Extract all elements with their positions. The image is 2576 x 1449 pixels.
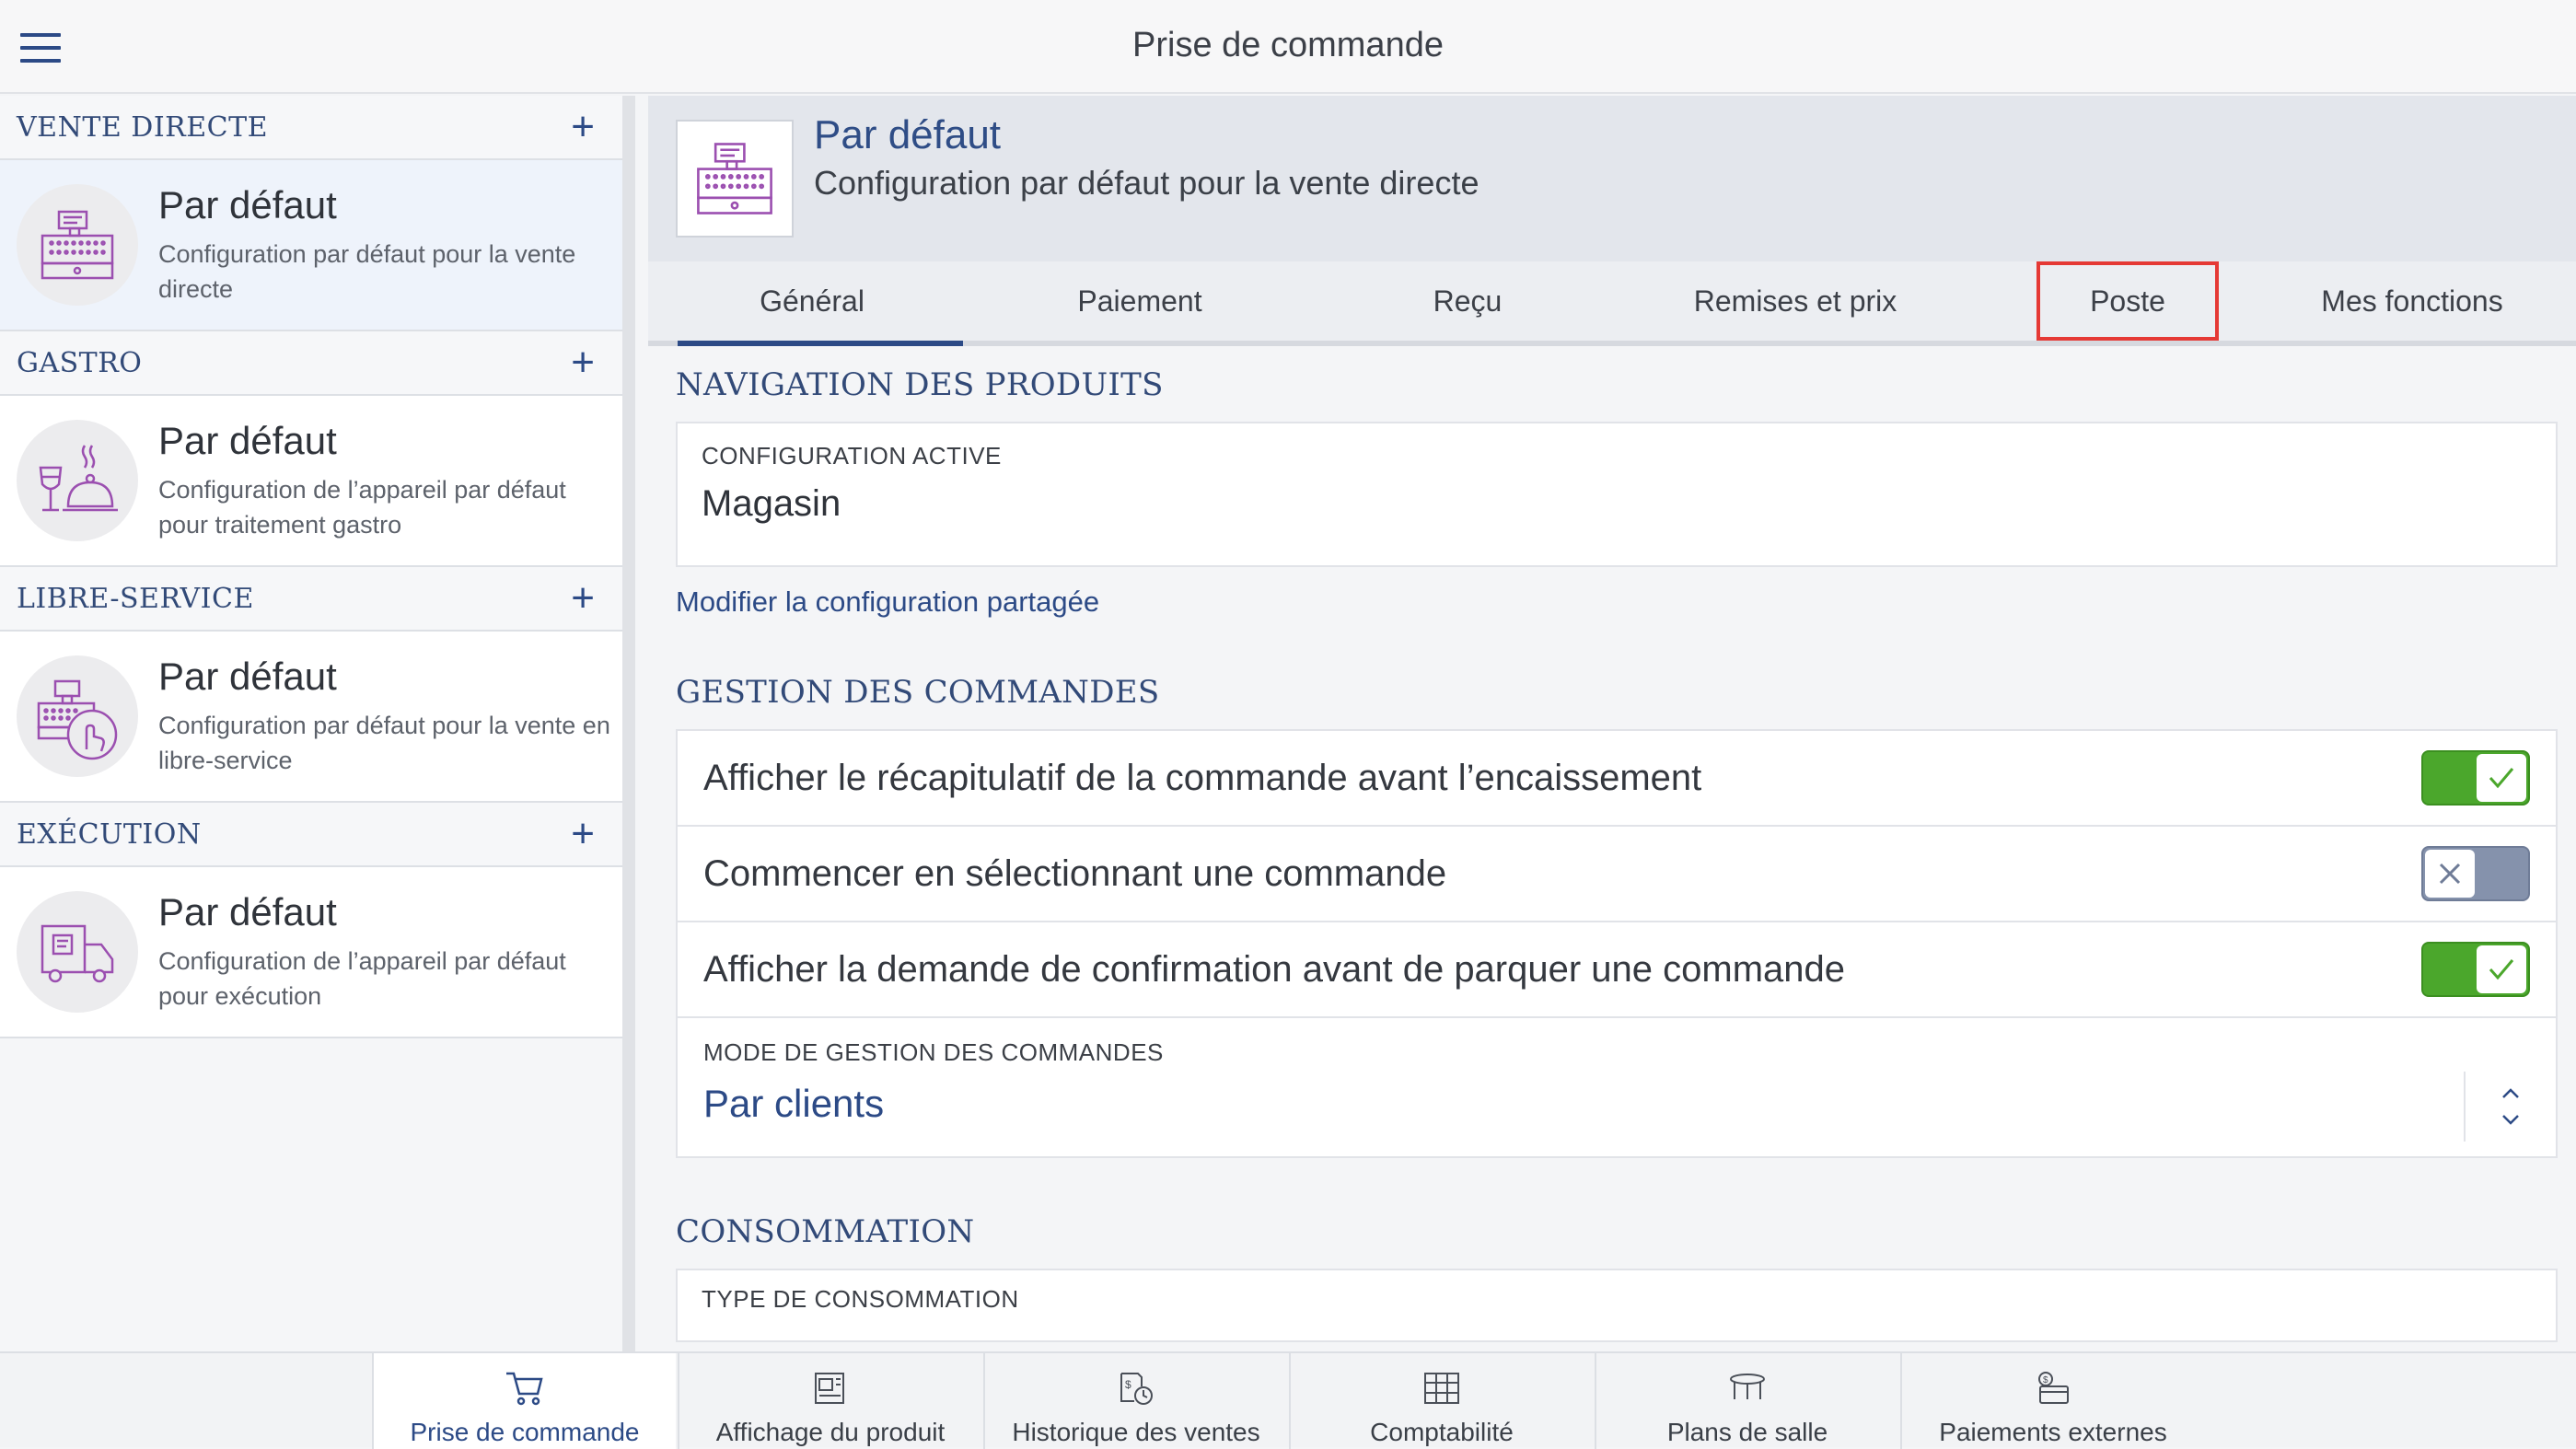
orders-card: Afficher le récapitulatif de la commande… — [676, 729, 2558, 1158]
toggle-row: Commencer en sélectionnant une commande — [678, 827, 2556, 922]
app-title: Prise de commande — [1132, 26, 1444, 64]
section-title: LIBRE-SERVICE — [17, 582, 254, 615]
cash-register-icon — [676, 120, 794, 238]
nav-paiements-externes[interactable]: $ Paiements externes — [1900, 1353, 2204, 1449]
toggle-row: Afficher le récapitulatif de la commande… — [678, 731, 2556, 827]
check-icon — [2477, 754, 2526, 802]
sales-history-icon: $ — [1120, 1373, 1153, 1405]
delivery-truck-icon — [17, 891, 138, 1013]
toggle-label: Afficher le récapitulatif de la commande… — [703, 757, 1702, 798]
item-description: Configuration par défaut pour la vente e… — [158, 712, 610, 774]
bottom-navigation: Prise de commande Affichage du produit $… — [0, 1351, 2576, 1449]
sidebar: VENTE DIRECTE + Par défaut Configuration… — [0, 96, 635, 1353]
add-icon[interactable]: + — [571, 814, 595, 854]
sidebar-item-vente-directe[interactable]: Par défaut Configuration par défaut pour… — [0, 160, 622, 331]
field-label: MODE DE GESTION DES COMMANDES — [703, 1038, 1164, 1066]
tab-remises-et-prix[interactable]: Remises et prix — [1631, 261, 1959, 341]
active-config-value: Magasin — [702, 483, 841, 524]
section-title-navigation: NAVIGATION DES PRODUITS — [676, 366, 1164, 403]
add-icon[interactable]: + — [571, 578, 595, 619]
start-with-order-toggle[interactable] — [2421, 846, 2530, 901]
accounting-icon — [1424, 1373, 1459, 1404]
confirm-park-order-toggle[interactable] — [2421, 942, 2530, 997]
tab-recu[interactable]: Reçu — [1304, 261, 1631, 341]
table-icon — [1730, 1374, 1765, 1399]
svg-text:$: $ — [2043, 1375, 2048, 1385]
nav-label: Paiements externes — [1939, 1418, 2167, 1446]
consumption-type-card[interactable]: TYPE DE CONSOMMATION — [676, 1269, 2558, 1342]
item-title: Par défaut — [158, 419, 337, 462]
check-icon — [2477, 945, 2526, 993]
nav-prise-de-commande[interactable]: Prise de commande — [372, 1353, 676, 1449]
nav-label: Comptabilité — [1370, 1418, 1514, 1446]
section-header-execution: EXÉCUTION + — [0, 803, 622, 867]
chevron-up-down-icon[interactable] — [2464, 1072, 2556, 1142]
product-display-icon — [815, 1373, 844, 1404]
toggle-label: Afficher la demande de confirmation avan… — [703, 948, 1846, 990]
tab-general[interactable]: Général — [648, 261, 976, 346]
tab-poste[interactable]: Poste — [2036, 261, 2219, 341]
item-title: Par défaut — [158, 890, 337, 933]
section-title-consumption: CONSOMMATION — [676, 1213, 975, 1250]
nav-affichage-du-produit[interactable]: Affichage du produit — [678, 1353, 981, 1449]
nav-label: Plans de salle — [1666, 1418, 1828, 1446]
sidebar-item-execution[interactable]: Par défaut Configuration de l’appareil p… — [0, 867, 622, 1038]
external-payment-icon: $ — [2038, 1372, 2069, 1404]
section-header-gastro: GASTRO + — [0, 331, 622, 396]
order-mode-value: Par clients — [703, 1082, 885, 1125]
tab-bar: Général Paiement Reçu Remises et prix Po… — [648, 261, 2576, 346]
nav-plans-de-salle[interactable]: Plans de salle — [1595, 1353, 1898, 1449]
section-title: EXÉCUTION — [17, 817, 202, 851]
nav-historique-des-ventes[interactable]: $ Historique des ventes — [983, 1353, 1287, 1449]
self-service-register-icon — [17, 655, 138, 777]
config-header: Par défaut Configuration par défaut pour… — [648, 96, 2576, 261]
add-icon[interactable]: + — [571, 342, 595, 383]
section-title: GASTRO — [17, 346, 143, 379]
item-description: Configuration par défaut pour la vente d… — [158, 240, 576, 303]
top-bar: Prise de commande — [0, 0, 2576, 94]
cart-icon — [506, 1372, 543, 1406]
sidebar-item-gastro[interactable]: Par défaut Configuration de l’appareil p… — [0, 396, 622, 567]
main-panel: Par défaut Configuration par défaut pour… — [648, 96, 2576, 1353]
wine-cloche-icon — [17, 420, 138, 541]
section-header-libre-service: LIBRE-SERVICE + — [0, 567, 622, 632]
edit-shared-config-link[interactable]: Modifier la configuration partagée — [676, 585, 1099, 619]
close-icon — [2425, 850, 2475, 898]
item-title: Par défaut — [158, 183, 337, 226]
summary-before-payment-toggle[interactable] — [2421, 750, 2530, 806]
cash-register-icon — [17, 184, 138, 306]
tab-mes-fonctions[interactable]: Mes fonctions — [2248, 261, 2576, 341]
active-config-card[interactable]: CONFIGURATION ACTIVE Magasin — [676, 422, 2558, 567]
item-description: Configuration de l’appareil par défaut p… — [158, 947, 566, 1010]
field-label: CONFIGURATION ACTIVE — [702, 442, 1002, 469]
nav-label: Prise de commande — [410, 1418, 640, 1446]
nav-label: Historique des ventes — [1012, 1418, 1260, 1446]
config-subtitle: Configuration par défaut pour la vente d… — [814, 164, 1479, 202]
field-label: TYPE DE CONSOMMATION — [702, 1285, 1019, 1313]
item-description: Configuration de l’appareil par défaut p… — [158, 476, 566, 539]
order-mode-select[interactable]: MODE DE GESTION DES COMMANDES Par client… — [678, 1018, 2556, 1156]
tab-paiement[interactable]: Paiement — [976, 261, 1304, 341]
sidebar-item-libre-service[interactable]: Par défaut Configuration par défaut pour… — [0, 632, 622, 803]
add-icon[interactable]: + — [571, 107, 595, 147]
toggle-row: Afficher la demande de confirmation avan… — [678, 922, 2556, 1018]
nav-comptabilite[interactable]: Comptabilité — [1289, 1353, 1593, 1449]
settings-content: NAVIGATION DES PRODUITS CONFIGURATION AC… — [676, 346, 2558, 1342]
section-title: VENTE DIRECTE — [17, 110, 269, 144]
section-header-vente-directe: VENTE DIRECTE + — [0, 96, 622, 160]
toggle-label: Commencer en sélectionnant une commande — [703, 852, 1447, 894]
section-title-orders: GESTION DES COMMANDES — [676, 674, 1160, 711]
nav-label: Affichage du produit — [715, 1418, 946, 1446]
config-title: Par défaut — [814, 112, 1002, 157]
item-title: Par défaut — [158, 655, 337, 698]
svg-text:$: $ — [1125, 1378, 1131, 1391]
